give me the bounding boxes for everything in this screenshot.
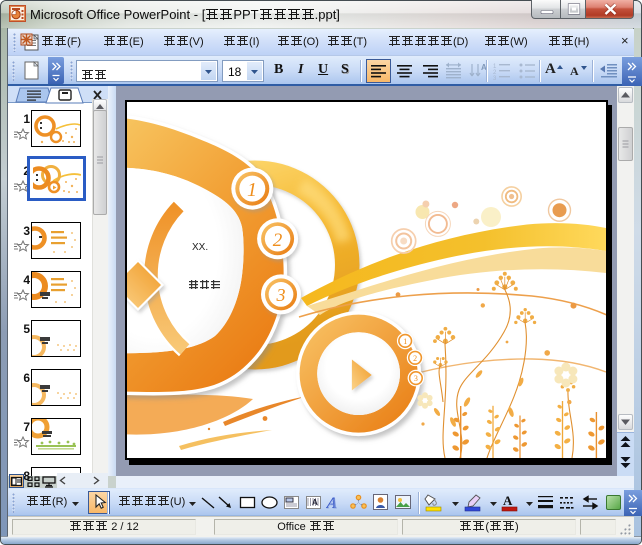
svg-text:2: 2 [413, 354, 417, 363]
svg-text:A: A [312, 498, 318, 507]
svg-text:3: 3 [276, 285, 286, 305]
svg-text:3: 3 [414, 374, 418, 383]
svg-text:3: 3 [493, 76, 497, 82]
svg-text:XX.: XX. [192, 242, 208, 253]
svg-text:A: A [326, 496, 339, 513]
svg-text:A: A [503, 493, 513, 508]
svg-text:2: 2 [273, 230, 283, 251]
svg-text:1: 1 [403, 337, 407, 346]
svg-text:1: 1 [247, 179, 257, 201]
